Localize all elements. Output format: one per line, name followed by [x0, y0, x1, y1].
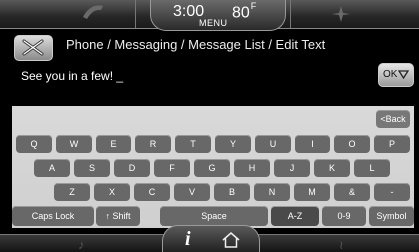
info-icon[interactable]: i [185, 228, 191, 251]
shift-label: Shift [112, 211, 131, 221]
caps-lock-button[interactable]: Caps Lock [12, 206, 94, 226]
key-c[interactable]: C [134, 183, 170, 201]
key-b[interactable]: B [214, 183, 250, 201]
key-q[interactable]: Q [16, 135, 52, 153]
key-n[interactable]: N [254, 183, 290, 201]
ok-label: OK [383, 69, 398, 80]
digits-button[interactable]: 0-9 [322, 206, 366, 226]
climate-icon[interactable]: ≀ [339, 238, 344, 252]
keyboard: <Back Q W E R T Y U I O P A S D F G H J … [12, 106, 414, 228]
key-u[interactable]: U [255, 135, 291, 153]
key-o[interactable]: O [334, 135, 370, 153]
key-w[interactable]: W [56, 135, 92, 153]
symbol-button[interactable]: Symbol [369, 206, 414, 226]
key-t[interactable]: T [175, 135, 211, 153]
breadcrumb: Phone / Messaging / Message List / Edit … [66, 37, 326, 52]
az-button[interactable]: A-Z [271, 206, 319, 226]
menu-label[interactable]: MENU [199, 18, 228, 28]
divider [135, 0, 136, 28]
close-button[interactable] [14, 35, 53, 61]
navigation-icon[interactable] [331, 5, 351, 23]
key-p[interactable]: P [374, 135, 410, 153]
key-ampersand[interactable]: & [334, 183, 370, 201]
temperature-value: 80 [232, 4, 250, 22]
divider [290, 0, 291, 28]
key-r[interactable]: R [135, 135, 171, 153]
close-icon [22, 39, 44, 56]
phone-icon[interactable] [80, 3, 106, 23]
home-icon[interactable] [222, 232, 240, 248]
shift-arrow-icon: ↑ [105, 211, 110, 221]
shift-button[interactable]: ↑ Shift [96, 206, 140, 226]
temperature: 80F [232, 1, 257, 22]
music-icon[interactable]: ♪ [78, 237, 85, 252]
key-y[interactable]: Y [215, 135, 251, 153]
key-g[interactable]: G [194, 159, 230, 177]
key-hyphen[interactable]: - [374, 183, 410, 201]
key-x[interactable]: X [94, 183, 130, 201]
temperature-unit: F [250, 1, 257, 11]
key-k[interactable]: K [314, 159, 350, 177]
key-s[interactable]: S [74, 159, 110, 177]
back-button[interactable]: <Back [376, 110, 410, 128]
space-button[interactable]: Space [160, 206, 268, 226]
key-a[interactable]: A [34, 159, 70, 177]
key-h[interactable]: H [234, 159, 270, 177]
ok-button[interactable]: OK [378, 63, 414, 87]
key-i[interactable]: I [295, 135, 330, 153]
key-f[interactable]: F [154, 159, 190, 177]
key-e[interactable]: E [96, 135, 131, 153]
key-d[interactable]: D [114, 159, 150, 177]
key-j[interactable]: J [274, 159, 310, 177]
key-m[interactable]: M [294, 183, 330, 201]
triangle-down-icon [398, 70, 409, 79]
key-z[interactable]: Z [54, 183, 90, 201]
key-l[interactable]: L [354, 159, 390, 177]
sync-screen: 3:00 MENU 80F Phone / Messaging / Messag… [0, 0, 419, 252]
bottom-center-tab [162, 225, 260, 252]
message-text-field[interactable]: See you in a few! _ [21, 69, 123, 83]
key-v[interactable]: V [174, 183, 210, 201]
